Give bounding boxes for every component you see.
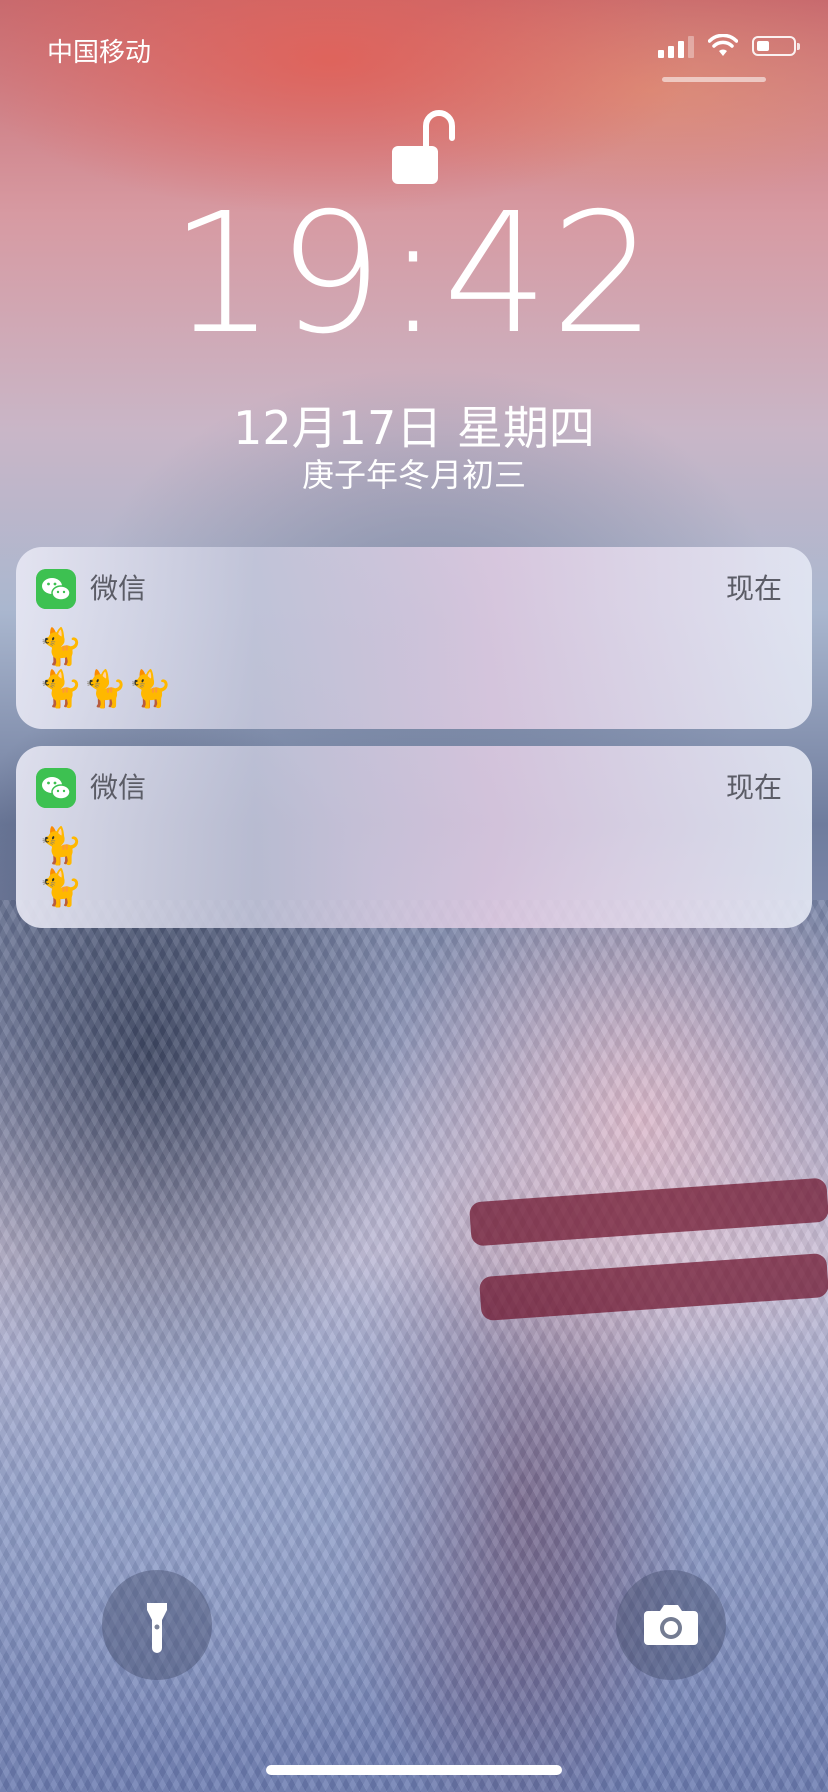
battery-icon [752, 36, 800, 56]
wechat-icon [36, 768, 76, 808]
unlocked-padlock-icon [392, 110, 455, 184]
notification-app-name: 微信 [90, 572, 147, 605]
lock-screen: 中国移动 19:42 12月17日 星期四 庚子年冬月初三 微信 现在 🐈 🐈🐈… [0, 0, 828, 1792]
flashlight-icon [147, 1603, 167, 1653]
notification-time: 现在 [725, 771, 782, 804]
notification-app-name: 微信 [90, 771, 147, 804]
status-icons [658, 34, 800, 58]
home-indicator[interactable] [266, 1765, 562, 1775]
notification-message-line: 🐈 [38, 627, 83, 668]
notification-message-line: 🐈 [38, 868, 83, 909]
notification-message-line: 🐈 [38, 826, 83, 867]
clock-time: 19:42 [169, 178, 659, 371]
clock-date: 12月17日 星期四 [233, 401, 595, 455]
notification-message-line: 🐈🐈🐈 [38, 669, 173, 710]
battery-fill [757, 41, 769, 51]
cellular-signal-icon [658, 34, 694, 58]
notification-card[interactable]: 微信 现在 🐈 🐈 [16, 746, 812, 928]
wechat-icon [36, 569, 76, 609]
carrier-label: 中国移动 [47, 38, 152, 68]
camera-icon [644, 1605, 698, 1645]
wifi-icon [708, 34, 738, 56]
flashlight-button[interactable] [102, 1570, 212, 1680]
camera-button[interactable] [616, 1570, 726, 1680]
lunar-date: 庚子年冬月初三 [301, 456, 526, 494]
status-bar: 中国移动 [0, 0, 828, 90]
control-center-indicator[interactable] [662, 77, 766, 82]
battery-cap [797, 43, 800, 50]
notification-time: 现在 [725, 572, 782, 605]
notification-card[interactable]: 微信 现在 🐈 🐈🐈🐈 [16, 547, 812, 729]
